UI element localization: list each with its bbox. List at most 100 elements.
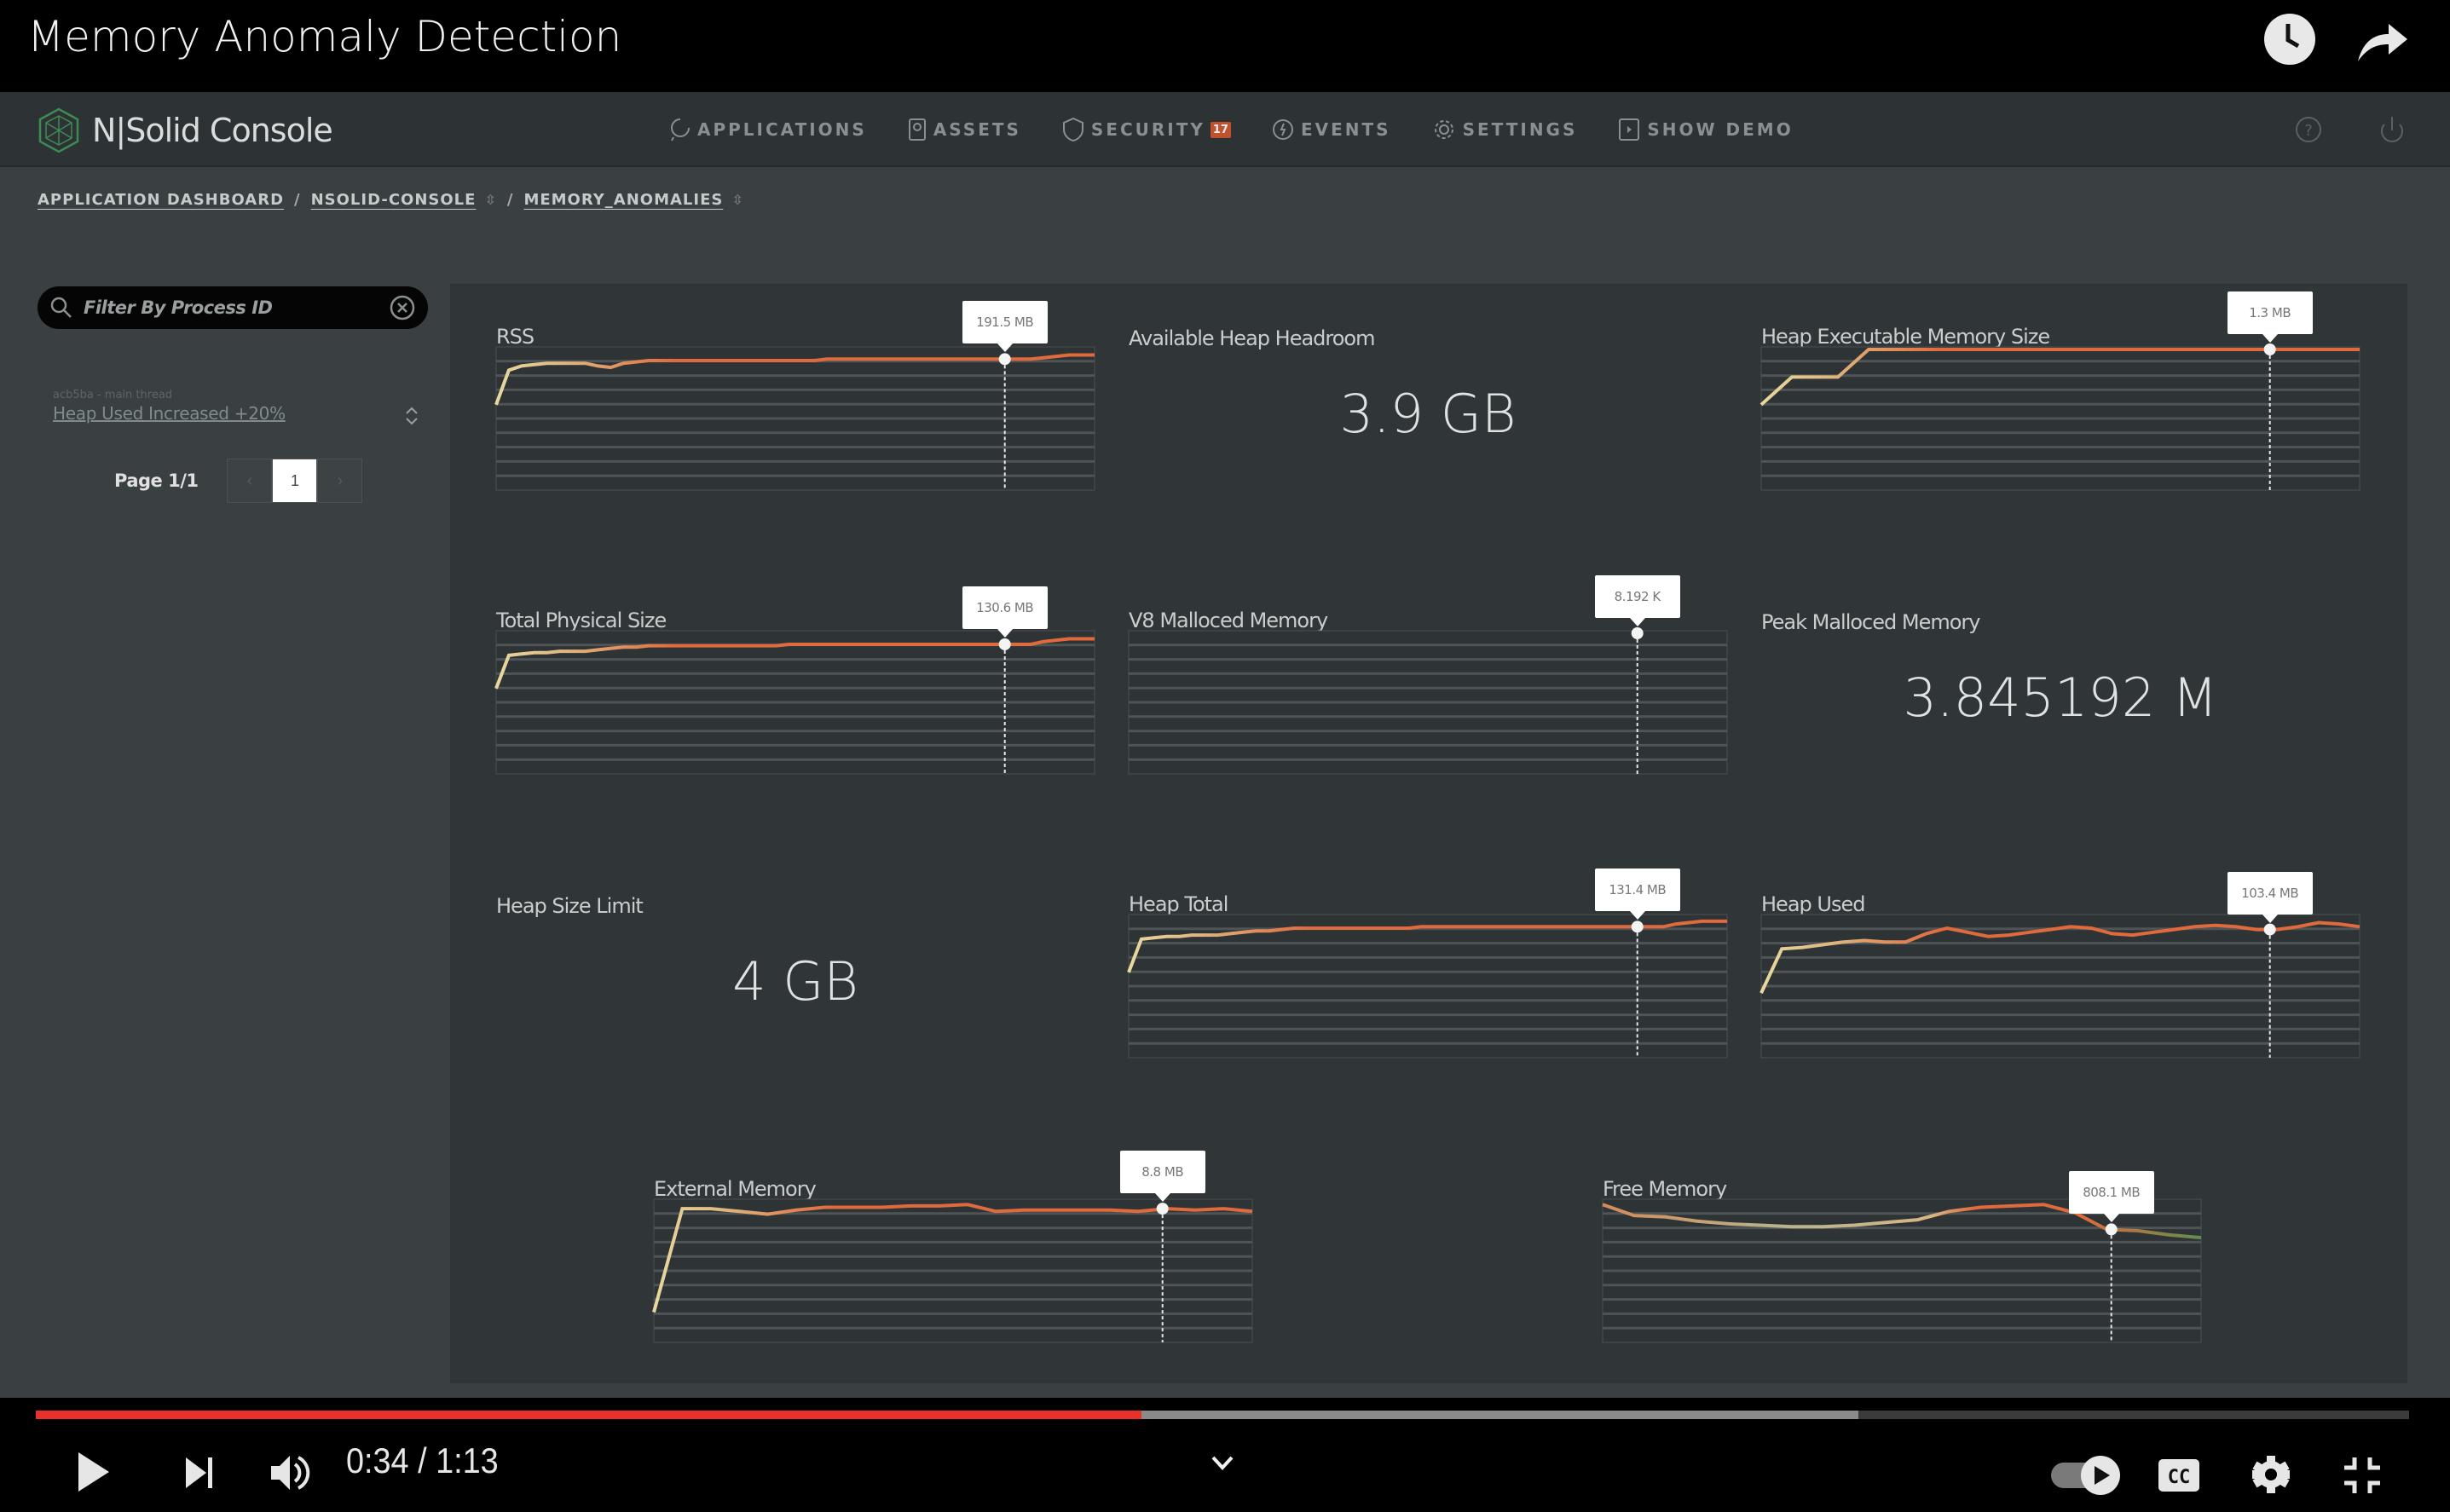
nav-label: ASSETS [933,119,1021,140]
cc-icon: CC [2158,1459,2199,1492]
nav-show-demo[interactable]: SHOW DEMO [1618,117,1793,142]
share-icon[interactable] [2355,12,2409,66]
nav-label: SHOW DEMO [1647,119,1794,140]
main-nav: APPLICATIONS ASSETS SECURITY 17 EVENTS S… [670,111,1835,148]
nav-label: EVENTS [1300,119,1391,140]
power-icon[interactable] [2377,114,2407,145]
nav-label: SECURITY [1090,119,1205,140]
value-tooltip: 8.8 MB [1119,1151,1205,1203]
chapters-chevron[interactable] [1211,1454,1234,1477]
next-page-button[interactable]: › [317,459,363,503]
chart-title: Heap Total [1129,892,1228,916]
next-button[interactable] [182,1456,217,1494]
watch-later-icon[interactable] [2262,12,2317,66]
anomaly-list-item[interactable]: acb5ba - main thread Heap Used Increased… [53,389,419,425]
chart-title: Free Memory [1603,1177,1727,1201]
video-title-bar: Memory Anomaly Detection [0,0,2450,92]
nav-settings[interactable]: SETTINGS [1432,117,1578,142]
value-tooltip: 103.4 MB [2227,871,2313,923]
chart-title: Heap Used [1761,892,1865,916]
stat-title: Peak Malloced Memory [1761,610,1980,634]
time-display: 0:34 / 1:13 [346,1440,499,1480]
volume-icon [271,1456,310,1490]
chart-plot[interactable] [1128,627,1728,775]
hover-point [1156,1203,1169,1215]
autoplay-toggle[interactable] [2048,1454,2124,1501]
volume-button[interactable] [269,1454,310,1496]
nav-events[interactable]: EVENTS [1272,117,1391,142]
logo[interactable]: N|Solid Console [38,107,333,153]
chart-plot[interactable] [1759,343,2360,491]
nav-applications[interactable]: APPLICATIONS [670,117,867,142]
stat-value: 3.9 GB [1339,383,1517,445]
stat-title: Available Heap Headroom [1129,326,1375,350]
chart-title: External Memory [654,1177,817,1201]
chevron-down-icon [1211,1456,1234,1470]
gear-icon [1434,120,1453,139]
chart-plot[interactable] [1127,914,1728,1059]
value-tooltip: 808.1 MB [2068,1171,2154,1223]
play-button[interactable] [75,1451,113,1498]
hover-point [998,638,1011,650]
svg-text:CC: CC [2168,1467,2191,1488]
filter-field[interactable] [38,286,428,329]
pagination: Page 1/1 ‹ 1 › [114,459,363,503]
security-badge: 17 [1210,121,1231,138]
hover-point [1631,627,1644,639]
chart-plot[interactable] [1759,914,2360,1059]
breadcrumb-separator: / [294,191,301,209]
settings-button[interactable] [2251,1454,2291,1499]
filter-input[interactable] [84,297,389,318]
hover-point [2105,1223,2118,1236]
chart-title: RSS [496,325,534,349]
exit-fullscreen-button[interactable] [2343,1456,2382,1499]
assets-icon [908,118,926,141]
page-label: Page 1/1 [114,470,199,491]
nav-security[interactable]: SECURITY 17 [1062,117,1231,142]
chevron-up-down-icon[interactable]: ⇳ [484,192,496,208]
clear-icon[interactable] [389,294,416,321]
breadcrumb: APPLICATION DASHBOARD / NSOLID-CONSOLE ⇳… [38,191,744,209]
nsolid-console-app: N|Solid Console APPLICATIONS ASSETS SECU… [0,92,2450,1398]
captions-button[interactable]: CC [2157,1457,2201,1498]
app-header: N|Solid Console APPLICATIONS ASSETS SECU… [0,92,2450,167]
nav-label: APPLICATIONS [697,119,867,140]
sidebar: acb5ba - main thread Heap Used Increased… [0,240,450,1398]
chart-title: Total Physical Size [496,609,667,632]
nav-assets[interactable]: ASSETS [908,118,1021,141]
breadcrumb-nsolid-console[interactable]: NSOLID-CONSOLE [311,191,477,209]
chart-plot[interactable] [494,630,1095,775]
chart-plot[interactable] [494,346,1095,491]
stat-title: Heap Size Limit [496,894,644,918]
nav-label: SETTINGS [1462,119,1578,140]
help-icon[interactable]: ? [2293,114,2324,145]
skip-next-icon [186,1457,212,1488]
search-icon [50,297,72,318]
chart-title: Heap Executable Memory Size [1761,325,2050,349]
chart-title: V8 Malloced Memory [1129,609,1328,632]
value-tooltip: 1.3 MB [2227,291,2313,343]
breadcrumb-application-dashboard[interactable]: APPLICATION DASHBOARD [38,191,284,209]
video-controls: 0:34 / 1:13 CC [0,1398,2450,1512]
chevron-up-down-icon[interactable] [404,404,419,428]
applications-icon [671,118,690,141]
progress-played [36,1411,1142,1419]
page-1-button[interactable]: 1 [272,459,318,503]
value-tooltip: 8.192 K [1594,575,1680,626]
svg-text:?: ? [2304,122,2313,140]
video-title: Memory Anomaly Detection [27,12,622,61]
breadcrumb-memory-anomalies[interactable]: MEMORY_ANOMALIES [523,191,723,209]
value-tooltip: 130.6 MB [962,586,1048,638]
events-icon [1272,119,1293,140]
anomaly-process: acb5ba - main thread [53,389,173,401]
anomaly-link[interactable]: Heap Used Increased +20% [53,403,286,424]
progress-bar[interactable] [36,1411,2409,1419]
stat-value: 4 GB [732,950,858,1013]
logo-text: N|Solid Console [92,112,333,149]
nsolid-logo-icon [38,107,79,153]
prev-page-button[interactable]: ‹ [227,459,273,503]
value-tooltip: 191.5 MB [962,301,1048,353]
hover-point [2263,923,2276,936]
chevron-up-down-icon[interactable]: ⇳ [731,192,743,208]
chart-plot[interactable] [652,1198,1253,1343]
